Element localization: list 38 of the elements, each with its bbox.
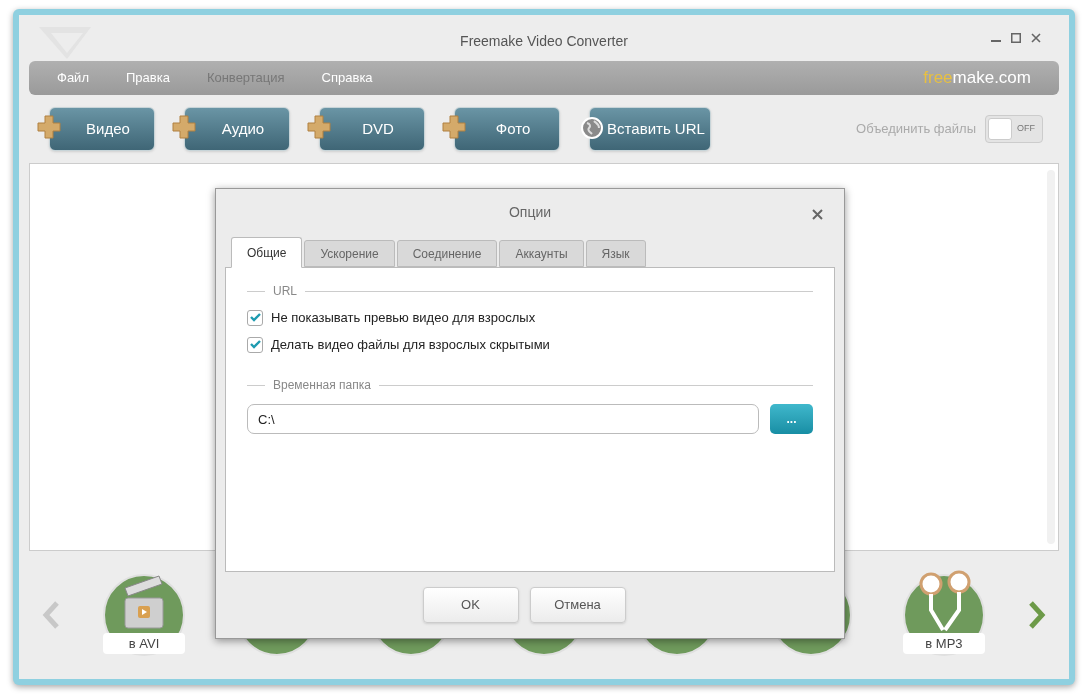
checkbox[interactable] bbox=[247, 336, 263, 353]
ok-button[interactable]: OK bbox=[422, 587, 519, 623]
brand-logo[interactable]: freemake.com bbox=[923, 65, 1031, 91]
format-button[interactable]: в AVI bbox=[103, 574, 185, 656]
tab[interactable]: Соединение bbox=[396, 240, 498, 267]
tab[interactable]: Ускорение bbox=[304, 240, 395, 267]
maximize-icon[interactable] bbox=[1011, 33, 1021, 43]
folder-path-field[interactable]: C:\ bbox=[247, 404, 759, 434]
section-title: Временная папка bbox=[273, 377, 371, 394]
tab[interactable]: Общие bbox=[231, 237, 303, 268]
plus-icon bbox=[37, 115, 61, 139]
cancel-button[interactable]: Отмена bbox=[529, 587, 626, 623]
join-files-label: Объединить файлы bbox=[856, 120, 976, 139]
section-title: URL bbox=[273, 283, 297, 300]
option-label: Делать видео файлы для взрослых скрытыми bbox=[271, 335, 550, 354]
option-label: Не показывать превью видео для взрослых bbox=[271, 308, 536, 327]
menu-item[interactable]: Файл bbox=[57, 68, 89, 88]
plus-icon bbox=[307, 115, 331, 139]
menu-item[interactable]: Справка bbox=[321, 68, 373, 88]
window-title: Freemake Video Converter bbox=[460, 31, 628, 51]
add-button[interactable]: DVD bbox=[319, 107, 425, 151]
checkbox[interactable] bbox=[247, 309, 263, 326]
plus-icon bbox=[442, 115, 466, 139]
dialog-title: Опции bbox=[508, 203, 552, 222]
close-icon[interactable] bbox=[1031, 33, 1041, 43]
close-icon[interactable] bbox=[812, 209, 823, 220]
plus-icon bbox=[172, 115, 196, 139]
toggle-text: OFF bbox=[1016, 122, 1036, 136]
add-button[interactable]: Фото bbox=[454, 107, 560, 151]
tab[interactable]: Аккаунты bbox=[499, 240, 584, 267]
join-files-toggle[interactable]: OFF bbox=[985, 115, 1043, 143]
globe-icon bbox=[581, 117, 603, 139]
paste-url-button[interactable]: Вставить URL bbox=[589, 107, 711, 151]
add-button[interactable]: Видео bbox=[49, 107, 155, 151]
add-button[interactable]: Аудио bbox=[184, 107, 290, 151]
browse-button[interactable]: ... bbox=[770, 404, 813, 434]
menu-item[interactable]: Правка bbox=[125, 68, 170, 88]
tab[interactable]: Язык bbox=[585, 240, 646, 267]
